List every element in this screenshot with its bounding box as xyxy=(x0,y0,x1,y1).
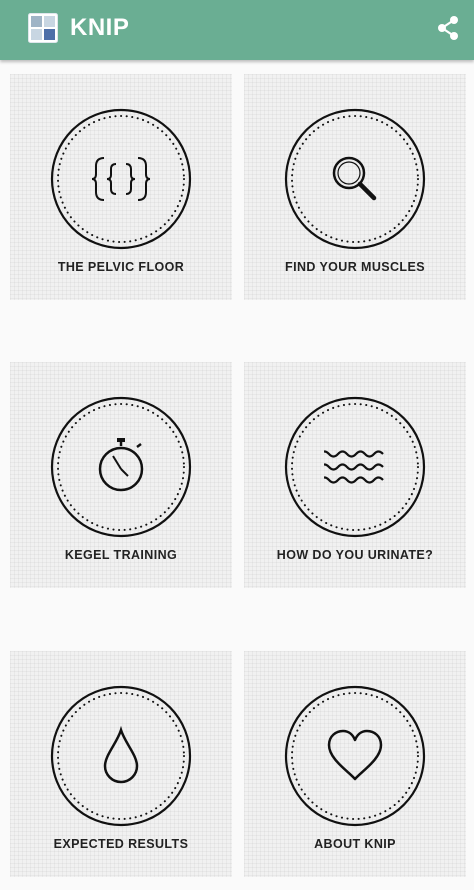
menu-label: HOW DO YOU URINATE? xyxy=(276,548,434,562)
share-icon[interactable] xyxy=(434,14,462,42)
magnifier-icon xyxy=(332,156,377,201)
heart-icon xyxy=(327,729,383,781)
curly-brackets-icon xyxy=(91,157,151,201)
menu-label: ABOUT KNIP xyxy=(314,837,396,851)
drop-icon xyxy=(103,725,139,784)
menu-label: KEGEL TRAINING xyxy=(64,548,178,562)
app-bar: KNIP xyxy=(0,0,474,60)
menu-label: THE PELVIC FLOOR xyxy=(57,260,185,274)
waves-icon xyxy=(324,450,384,484)
menu-tile-find-muscles[interactable]: FIND YOUR MUSCLES xyxy=(244,74,466,300)
menu-tile-urinate[interactable]: HOW DO YOU URINATE? xyxy=(244,362,466,588)
menu-tile-kegel-training[interactable]: KEGEL TRAINING xyxy=(10,362,232,588)
grid-logo-icon xyxy=(28,13,58,43)
stopwatch-icon xyxy=(98,438,144,492)
menu-label: EXPECTED RESULTS xyxy=(53,837,189,851)
menu-tile-pelvic-floor[interactable]: THE PELVIC FLOOR xyxy=(10,74,232,300)
app-title: KNIP xyxy=(70,14,130,41)
menu-tile-expected-results[interactable]: EXPECTED RESULTS xyxy=(10,651,232,877)
menu-tile-about-knip[interactable]: ABOUT KNIP xyxy=(244,651,466,877)
menu-label: FIND YOUR MUSCLES xyxy=(285,260,425,274)
